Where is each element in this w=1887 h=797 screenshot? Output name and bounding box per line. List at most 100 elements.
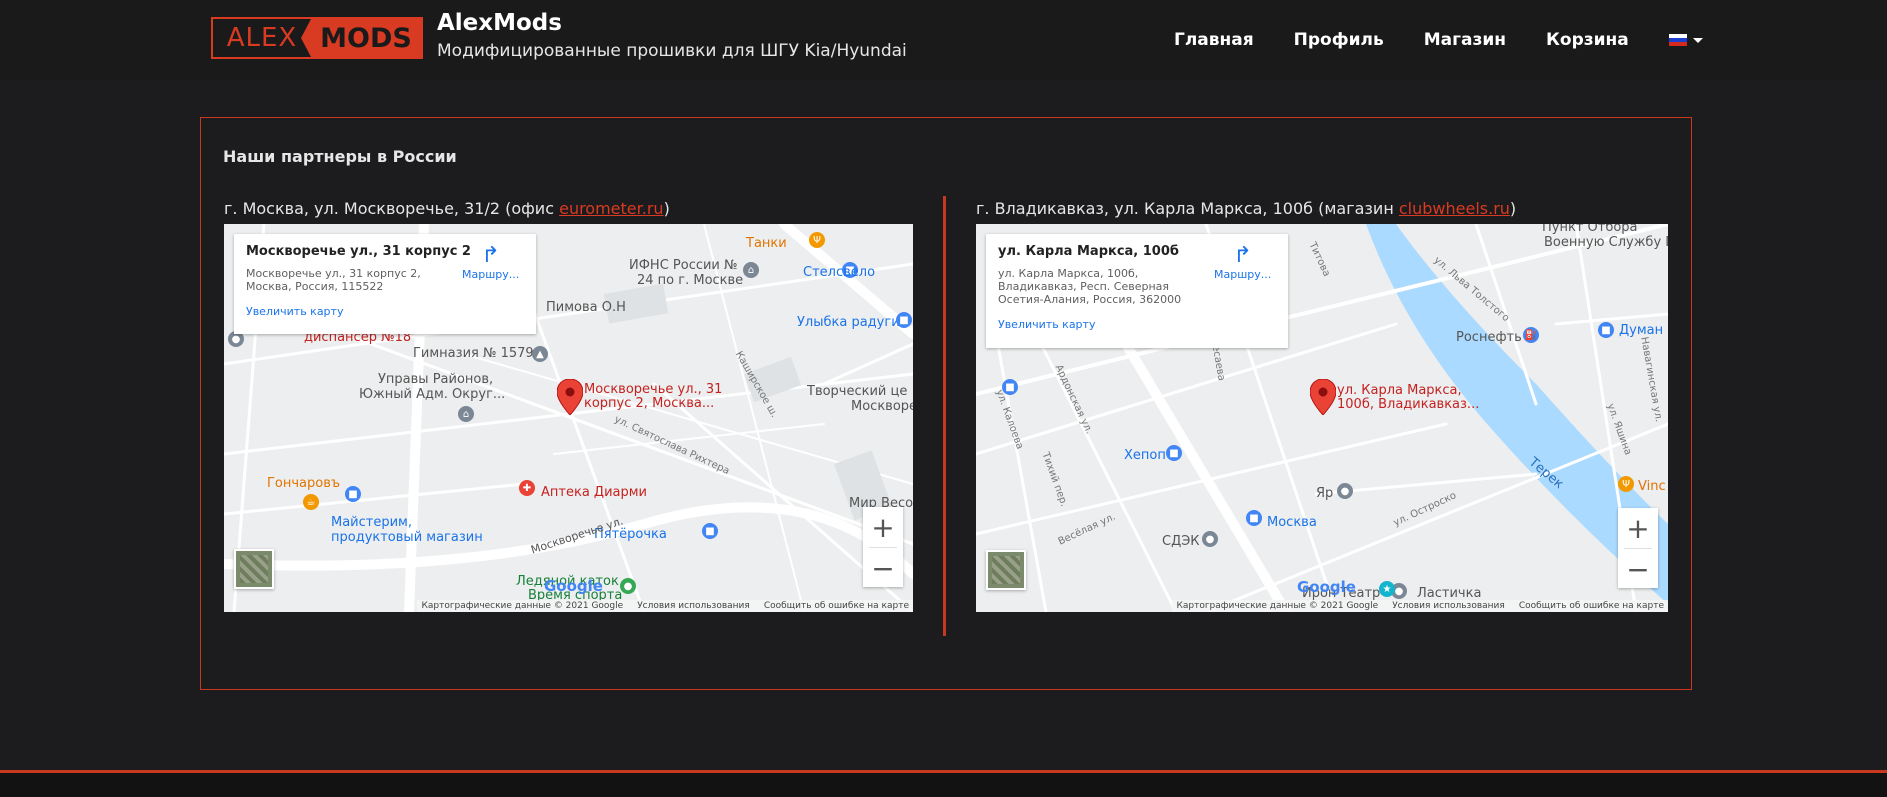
map-label: Майстерим, xyxy=(331,515,412,530)
map-label: Военную Службу П xyxy=(1544,235,1668,250)
zoom-out-button[interactable]: − xyxy=(863,548,903,588)
nav-cart[interactable]: Корзина xyxy=(1546,30,1629,50)
partner-caption-moscow: г. Москва, ул. Москворечье, 31/2 (офис e… xyxy=(224,199,670,218)
pin-label-line: 100б, Владикавказ... xyxy=(1337,397,1480,412)
map-label: Гончаровъ xyxy=(267,476,341,491)
info-address-line: Осетия-Алания, Россия, 362000 xyxy=(998,293,1182,306)
map-label: продуктовый магазин xyxy=(331,530,483,545)
location-pin-icon[interactable] xyxy=(557,379,583,415)
report-error-link[interactable]: Сообщить об ошибке на карте xyxy=(1519,601,1664,611)
map-label: Творческий це xyxy=(807,384,908,399)
russian-flag-icon xyxy=(1668,34,1687,46)
map-info-box: Москворечье ул., 31 корпус 2 Москворечье… xyxy=(234,234,536,334)
map-label: 24 по г. Москве xyxy=(637,273,744,288)
language-dropdown[interactable] xyxy=(1668,34,1703,46)
map-zoom-control: + − xyxy=(863,507,903,587)
enlarge-map-link[interactable]: Увеличить карту xyxy=(998,318,1276,331)
pin-label-line: корпус 2, Москва... xyxy=(584,396,715,411)
map-label: Улыбка радуги xyxy=(797,315,900,330)
shopping-icon: ■ xyxy=(345,486,361,502)
location-pin-icon[interactable] xyxy=(1310,379,1336,415)
main-nav: Главная Профиль Магазин Корзина xyxy=(1174,0,1703,80)
place-icon: ● xyxy=(1202,531,1218,547)
site-header: ALEX MODS AlexMods Модифицированные прош… xyxy=(0,0,1887,80)
logo-text-alex: ALEX xyxy=(213,19,311,57)
restaurant-icon: Ψ xyxy=(1618,476,1634,492)
map-label: Аптека Диарми xyxy=(541,485,647,500)
pin-label-line: ул. Карла Маркса, xyxy=(1337,383,1462,398)
map-attribution: Картографические данные © 2021 Google Ус… xyxy=(1172,600,1668,612)
map-zoom-control: + − xyxy=(1618,508,1658,588)
place-icon: ● xyxy=(1337,483,1353,499)
nav-shop[interactable]: Магазин xyxy=(1424,30,1506,50)
zoom-in-button[interactable]: + xyxy=(863,507,903,547)
column-divider xyxy=(943,196,946,636)
caption-text: г. Владикавказ, ул. Карла Маркса, 100б (… xyxy=(976,199,1399,218)
directions-button[interactable]: ↱ Маршру... xyxy=(1214,243,1272,282)
school-icon: ▲ xyxy=(532,346,548,362)
government-icon: ⌂ xyxy=(743,262,759,278)
map-data-credit: Картографические данные © 2021 Google xyxy=(421,601,624,611)
map-vladikavkaz[interactable]: Пункт Отбора Военную Службу П Роснефть ⛽… xyxy=(976,224,1668,612)
section-title: Наши партнеры в России xyxy=(223,147,457,166)
map-label: Москворе xyxy=(851,399,913,414)
nav-home[interactable]: Главная xyxy=(1174,30,1254,50)
map-moscow[interactable]: Танки Ψ ИФНС России № 24 по г. Москве ⌂ … xyxy=(224,224,913,612)
partner-caption-vladikavkaz: г. Владикавказ, ул. Карла Маркса, 100б (… xyxy=(976,199,1516,218)
map-label: Хепоп xyxy=(1124,448,1166,463)
info-address-line: Владикавказ, Респ. Северная xyxy=(998,280,1170,293)
map-label: Москва xyxy=(1267,515,1317,530)
shopping-icon: ■ xyxy=(702,523,718,539)
directions-label: Маршру... xyxy=(462,268,520,281)
google-logo-text: Google xyxy=(1297,578,1356,596)
gas-station-icon: ⛽ xyxy=(1523,327,1539,343)
map-label: ИФНС России № xyxy=(629,258,738,273)
directions-button[interactable]: ↱ Маршру... xyxy=(462,243,520,282)
terms-link[interactable]: Условия использования xyxy=(637,601,750,611)
shopping-icon: ■ xyxy=(896,312,912,328)
map-info-box: ул. Карла Маркса, 100б ул. Карла Маркса,… xyxy=(986,234,1288,348)
partner-link-clubwheels[interactable]: clubwheels.ru xyxy=(1399,199,1510,218)
zoom-out-button[interactable]: − xyxy=(1618,549,1658,589)
report-error-link[interactable]: Сообщить об ошибке на карте xyxy=(764,601,909,611)
map-label: Пункт Отбора xyxy=(1542,224,1638,235)
government-icon: ⌂ xyxy=(458,406,474,422)
directions-icon: ↱ xyxy=(1233,243,1252,268)
restaurant-icon: Ψ xyxy=(809,232,825,248)
map-label: Гимназия № 1579 xyxy=(413,346,534,361)
info-address-line: Москва, Россия, 115522 xyxy=(246,280,384,293)
caret-down-icon xyxy=(1692,37,1703,43)
pin-label-line: Москворечье ул., 31 xyxy=(584,382,723,397)
partner-link-eurometer[interactable]: eurometer.ru xyxy=(559,199,663,218)
google-logo: Google xyxy=(1297,578,1356,596)
directions-icon: ↱ xyxy=(481,243,500,268)
satellite-toggle[interactable] xyxy=(986,550,1026,590)
logo-text-mods: MODS xyxy=(301,19,421,57)
directions-label: Маршру... xyxy=(1214,268,1272,281)
satellite-toggle[interactable] xyxy=(234,549,274,589)
pin-label: ул. Карла Маркса, 100б, Владикавказ... xyxy=(1337,384,1479,412)
park-icon: ● xyxy=(620,578,636,594)
shopping-icon: ■ xyxy=(1598,322,1614,338)
map-label: Vinc xyxy=(1638,479,1666,494)
brand-title[interactable]: AlexMods xyxy=(437,10,562,36)
terms-link[interactable]: Условия использования xyxy=(1392,601,1505,611)
map-label: Южный Адм. Округ... xyxy=(359,387,506,402)
shopping-icon: ■ xyxy=(1166,445,1182,461)
brand-subtitle: Модифицированные прошивки для ШГУ Kia/Hy… xyxy=(437,41,907,61)
map-label: Пимова О.Н xyxy=(546,300,626,315)
theater-icon: ★ xyxy=(1379,581,1395,597)
cafe-icon: ☕ xyxy=(303,494,319,510)
zoom-in-button[interactable]: + xyxy=(1618,508,1658,548)
map-attribution: Картографические данные © 2021 Google Ус… xyxy=(417,600,913,612)
map-label: Стелсвело xyxy=(803,265,876,280)
site-logo[interactable]: ALEX MODS xyxy=(211,17,423,59)
enlarge-map-link[interactable]: Увеличить карту xyxy=(246,305,524,318)
caption-suffix: ) xyxy=(1509,199,1517,218)
nav-profile[interactable]: Профиль xyxy=(1294,30,1384,50)
google-logo: Google xyxy=(544,577,603,595)
shopping-icon: ■ xyxy=(1246,510,1262,526)
caption-suffix: ) xyxy=(663,199,670,218)
map-label: Танки xyxy=(746,236,787,251)
map-label: Управы Районов, xyxy=(378,372,494,387)
